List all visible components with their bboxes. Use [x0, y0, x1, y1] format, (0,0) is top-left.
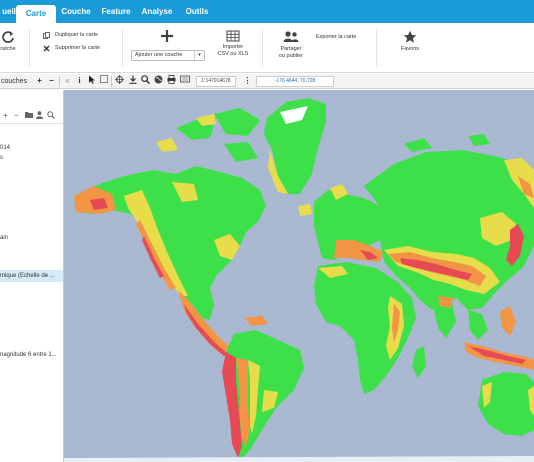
layer-item[interactable]: 014	[0, 145, 10, 151]
share-publish-button[interactable]: Partager ou publier	[272, 30, 310, 60]
panel-divider	[0, 123, 63, 124]
print-icon[interactable]	[166, 75, 177, 87]
delete-map-label: Supprimer la carte	[55, 45, 100, 51]
folder-icon[interactable]	[24, 111, 33, 121]
layers-panel: + − 014 s ain mique (Echelle de ... nagn…	[0, 90, 64, 462]
info-icon[interactable]: i	[74, 75, 85, 87]
import-format-label: CSV ou XLS	[217, 51, 249, 57]
map-canvas[interactable]	[64, 90, 534, 462]
tab-feature[interactable]: Feature	[100, 0, 132, 23]
user-icon[interactable]	[35, 111, 44, 121]
add-layer-select[interactable]: Ajouter une couche ▾	[131, 50, 205, 61]
crosshair-icon[interactable]	[114, 75, 125, 87]
zoom-out-button[interactable]: −	[46, 75, 57, 87]
export-map-label: Exporter la carte	[316, 34, 357, 40]
favorites-label: Favoris	[400, 46, 420, 52]
map-toolbar: couches + − « i 1:147914678 ⋮ -176.4644,…	[0, 74, 534, 89]
duplicate-map-button[interactable]: Dupliquer la carte	[43, 31, 98, 39]
star-icon	[403, 30, 417, 43]
layer-item[interactable]: nagnitude 6 entre 1...	[0, 352, 57, 358]
refresh-icon	[2, 31, 14, 43]
zoom-in-button[interactable]: +	[34, 75, 45, 87]
layer-item[interactable]: ain	[0, 235, 8, 241]
iceland	[298, 204, 312, 216]
tab-couche[interactable]: Couche	[60, 0, 92, 23]
close-icon	[43, 45, 50, 51]
ribbon-divider	[376, 29, 377, 67]
main-tab-bar: ueil Carte Couche Feature Analyse Outils	[0, 0, 534, 23]
import-label: Importer	[222, 44, 244, 50]
add-icon[interactable]: +	[1, 111, 10, 121]
toolbar-divider	[111, 76, 112, 87]
collapse-panel-icon[interactable]: «	[62, 75, 73, 87]
scale-display: 1:147914678	[196, 76, 236, 87]
pointer-icon[interactable]	[86, 75, 97, 87]
import-csv-button[interactable]: Importer CSV ou XLS	[212, 30, 254, 58]
ribbon: ratche Dupliquer la carte Supprimer la c…	[0, 23, 534, 73]
delete-map-button[interactable]: Supprimer la carte	[43, 44, 100, 52]
globe-icon[interactable]	[153, 75, 164, 87]
table-icon	[226, 30, 240, 42]
refresh-label: ratche	[0, 46, 16, 52]
select-box-icon[interactable]	[98, 75, 109, 87]
search-icon[interactable]	[46, 111, 55, 121]
download-icon[interactable]	[127, 75, 138, 87]
layers-panel-title: couches	[1, 78, 28, 85]
more-options-icon[interactable]: ⋮	[242, 75, 253, 87]
toolbar-divider	[59, 76, 60, 87]
add-layer-button[interactable]	[157, 29, 177, 45]
duplicate-map-label: Dupliquer la carte	[55, 32, 99, 38]
export-map-button[interactable]: Exporter la carte	[316, 33, 356, 41]
ribbon-divider	[262, 29, 263, 67]
tab-carte[interactable]: Carte	[16, 5, 56, 23]
keyboard-icon[interactable]	[179, 75, 190, 87]
copy-icon	[43, 31, 50, 39]
plus-icon	[161, 30, 173, 42]
share-label: Partager	[280, 46, 302, 52]
ribbon-divider	[122, 29, 123, 67]
layer-item-selected[interactable]: mique (Echelle de ...	[0, 270, 63, 282]
tab-analyse[interactable]: Analyse	[140, 0, 174, 23]
ribbon-divider	[29, 29, 30, 67]
favorites-button[interactable]: Favoris	[396, 30, 424, 53]
refresh-button[interactable]: ratche	[0, 30, 20, 53]
zoom-search-icon[interactable]	[140, 75, 151, 87]
remove-icon[interactable]: −	[12, 111, 21, 121]
users-icon	[283, 31, 299, 42]
tab-outils[interactable]: Outils	[184, 0, 210, 23]
chevron-down-icon: ▾	[194, 51, 204, 60]
publish-label: ou publier	[278, 53, 304, 59]
layer-item[interactable]: s	[0, 155, 3, 161]
coordinates-display: -176.4644, 70.728	[256, 76, 334, 87]
hazard-world-map[interactable]	[64, 90, 534, 462]
add-layer-select-value: Ajouter une couche	[135, 52, 183, 58]
